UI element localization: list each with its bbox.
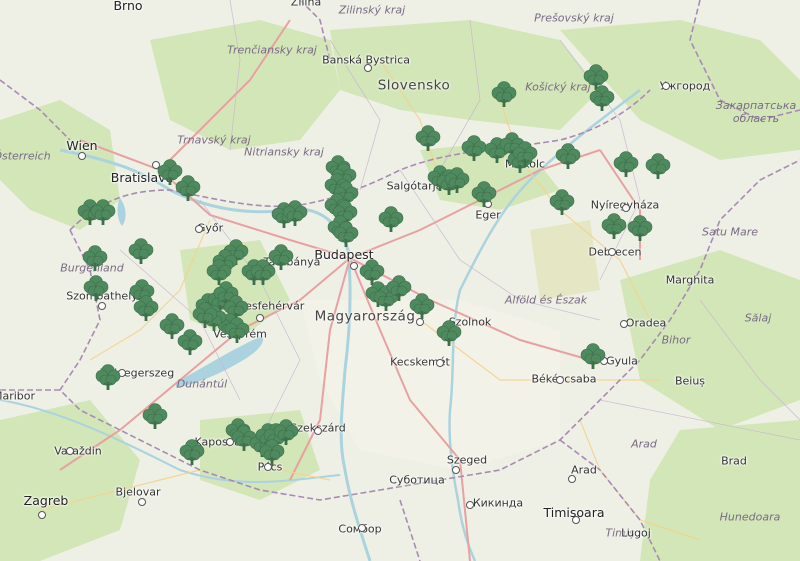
tree-marker-icon[interactable] [140, 401, 170, 431]
map-label: Österreich [0, 149, 51, 163]
map-label: Maribor [0, 389, 36, 403]
city-dot [466, 501, 474, 509]
city-dot [78, 152, 86, 160]
map-label: Alföld és Észak [504, 293, 588, 307]
tree-marker-icon[interactable] [413, 123, 443, 153]
map-label: Sălaj [744, 311, 772, 325]
city-dot [608, 248, 616, 256]
map-label: Brno [113, 0, 143, 13]
city-dot [256, 314, 264, 322]
city-dot [568, 475, 576, 483]
map-label: Oradea [625, 316, 667, 330]
map-label: Nitriansky kraj [244, 145, 324, 159]
tree-marker-icon[interactable] [88, 197, 118, 227]
tree-marker-icon[interactable] [434, 318, 464, 348]
city-dot [314, 427, 322, 435]
city-dot [98, 302, 106, 310]
city-dot [66, 447, 74, 455]
tree-marker-icon[interactable] [177, 437, 207, 467]
map-label: Arad [571, 463, 597, 477]
map-label: Slovensko [377, 77, 451, 94]
map-label: Brad [721, 454, 747, 468]
map-label: Закарпатська область [715, 99, 797, 125]
tree-marker-icon[interactable] [407, 291, 437, 321]
map-label: Satu Mare [701, 225, 759, 239]
tree-marker-icon[interactable] [280, 198, 310, 228]
map-label: Gyula [606, 354, 638, 368]
tree-marker-icon[interactable] [222, 315, 252, 345]
tree-marker-icon[interactable] [81, 273, 111, 303]
tree-marker-icon[interactable] [266, 242, 296, 272]
tree-marker-icon[interactable] [190, 300, 220, 330]
map-label: Marghita [665, 273, 715, 287]
map-label: Trenčiansky kraj [227, 43, 317, 57]
map-label: Суботица [389, 473, 445, 487]
map-label: Timiș [605, 526, 635, 540]
city-dot [572, 516, 580, 524]
tree-marker-icon[interactable] [257, 437, 287, 467]
city-dot [364, 64, 372, 72]
map-label: Hunedoara [719, 510, 781, 524]
tree-marker-icon[interactable] [376, 204, 406, 234]
map-label: Žilina [290, 0, 322, 9]
tree-marker-icon[interactable] [80, 243, 110, 273]
city-dot [452, 466, 460, 474]
tree-marker-icon[interactable] [510, 139, 540, 169]
map-label: Bihor [661, 333, 691, 347]
tree-marker-icon[interactable] [625, 213, 655, 243]
map-label: Prešovský kraj [534, 11, 614, 25]
tree-marker-icon[interactable] [175, 327, 205, 357]
city-dot [436, 359, 444, 367]
map-label: Beiuș [674, 374, 706, 388]
map-label: Varaždin [54, 444, 102, 458]
tree-marker-icon[interactable] [578, 341, 608, 371]
tree-marker-icon[interactable] [469, 179, 499, 209]
map-label: Arad [631, 437, 657, 451]
map-label: Кикинда [472, 496, 524, 510]
tree-marker-icon[interactable] [489, 79, 519, 109]
city-dot [38, 511, 46, 519]
map-label: Békéscsaba [531, 372, 597, 386]
tree-marker-icon[interactable] [331, 219, 361, 249]
tree-marker-icon[interactable] [643, 151, 673, 181]
tree-marker-icon[interactable] [587, 83, 617, 113]
city-dot [138, 498, 146, 506]
tree-marker-icon[interactable] [126, 236, 156, 266]
tree-marker-icon[interactable] [442, 165, 472, 195]
map-label: Eger [475, 208, 501, 222]
city-dot [556, 376, 564, 384]
map-view[interactable]: Brno Zilinský kraj Žilina Prešovský kraj Tre… [0, 0, 800, 561]
map-label: Szeged [446, 453, 488, 467]
city-dot [358, 524, 366, 532]
map-label: Zagreb [23, 492, 69, 508]
tree-marker-icon[interactable] [611, 149, 641, 179]
map-label: Zilinský kraj [338, 3, 406, 17]
city-dot [195, 225, 203, 233]
city-dot [620, 320, 628, 328]
tree-marker-icon[interactable] [547, 187, 577, 217]
tree-marker-icon[interactable] [173, 173, 203, 203]
map-label: Lugoj [621, 526, 651, 540]
tree-marker-icon[interactable] [553, 141, 583, 171]
map-label: Bjelovar [115, 485, 161, 499]
tree-marker-icon[interactable] [93, 362, 123, 392]
city-dot [662, 82, 670, 90]
